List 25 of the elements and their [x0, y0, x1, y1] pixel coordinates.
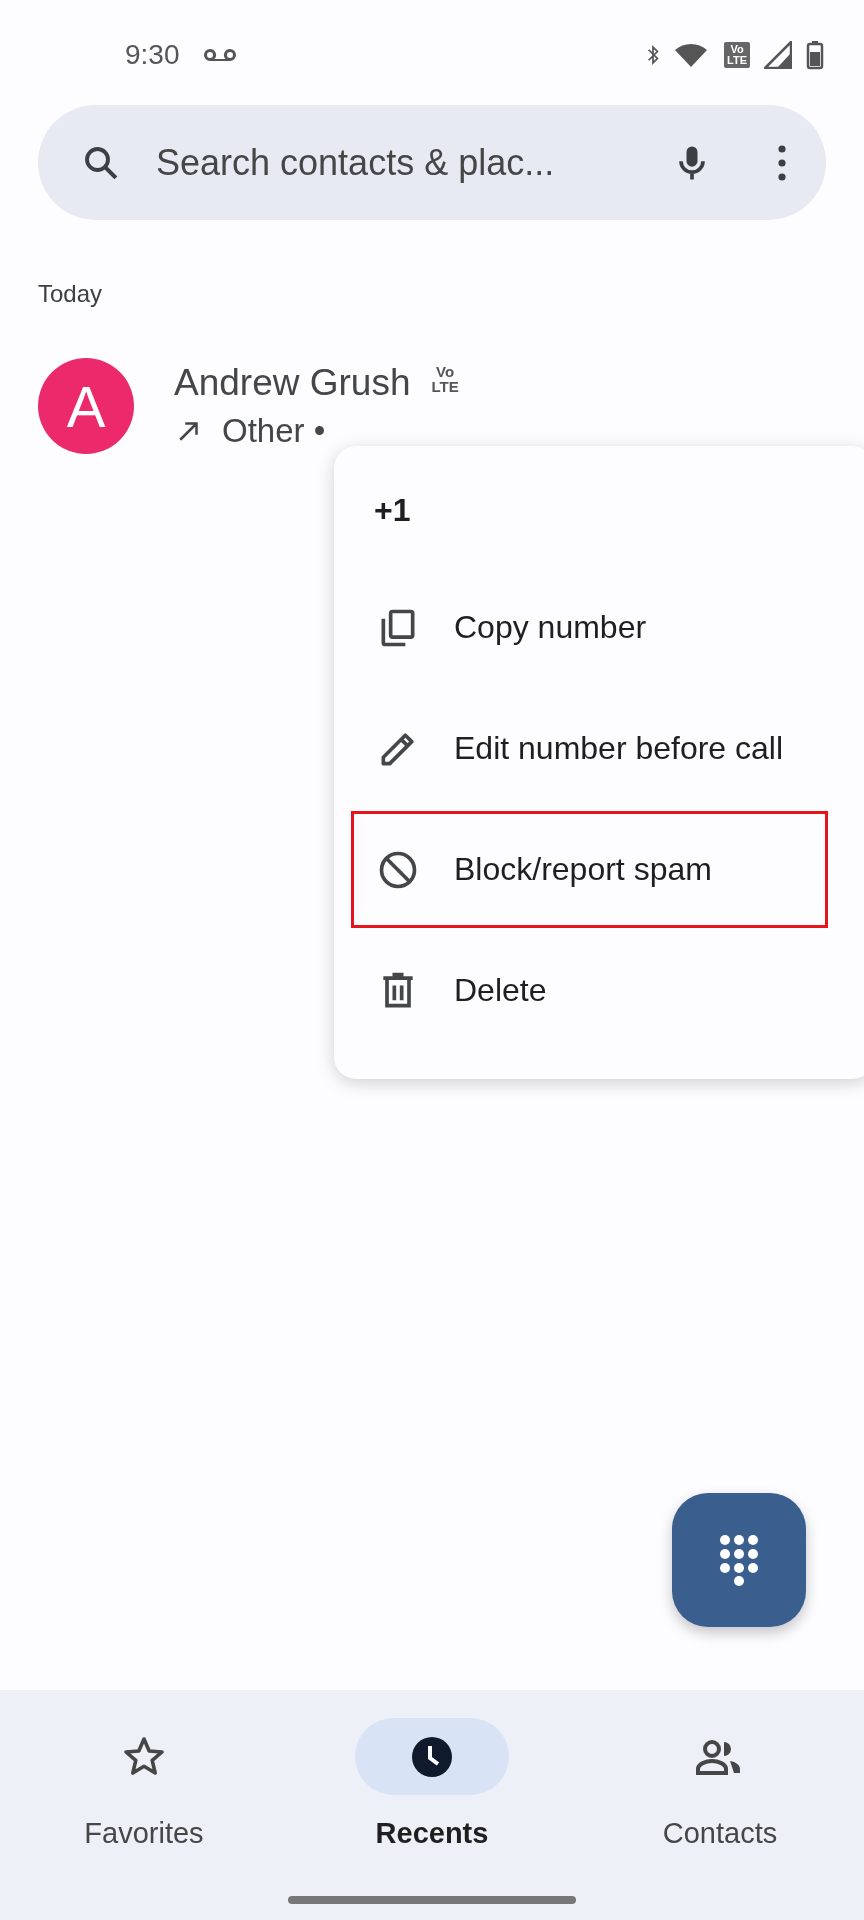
search-placeholder: Search contacts & plac...: [156, 141, 556, 184]
voicemail-icon: [201, 47, 238, 63]
volte-label: Vo LTE: [724, 42, 750, 68]
nav-tab[interactable]: Favorites: [24, 1718, 264, 1920]
avatar: A: [38, 358, 134, 454]
bluetooth-icon: [646, 43, 661, 67]
status-time: 9:30: [125, 39, 180, 71]
call-detail: Other •: [222, 412, 326, 450]
menu-item[interactable]: Delete: [351, 932, 828, 1049]
menu-item[interactable]: Copy number: [351, 569, 828, 686]
volte-label: Vo LTE: [430, 362, 460, 396]
nav-tab[interactable]: Recents: [312, 1718, 552, 1920]
dialpad-icon: [719, 1534, 759, 1586]
search-bar[interactable]: Search contacts & plac...: [38, 105, 826, 220]
more-options-icon[interactable]: [778, 144, 786, 181]
phone-number: +1: [374, 492, 411, 529]
call-log-entry[interactable]: A Andrew Grush Vo LTE Other •: [0, 358, 864, 454]
contact-name: Andrew Grush: [174, 362, 411, 404]
signal-icon: [764, 41, 792, 69]
nav-tab[interactable]: Contacts: [600, 1718, 840, 1920]
battery-icon: [806, 40, 824, 70]
menu-item[interactable]: Block/report spam: [351, 811, 828, 928]
section-header: Today: [38, 280, 103, 308]
dialpad-button[interactable]: [672, 1493, 806, 1627]
menu-item[interactable]: Edit number before call: [351, 690, 828, 807]
